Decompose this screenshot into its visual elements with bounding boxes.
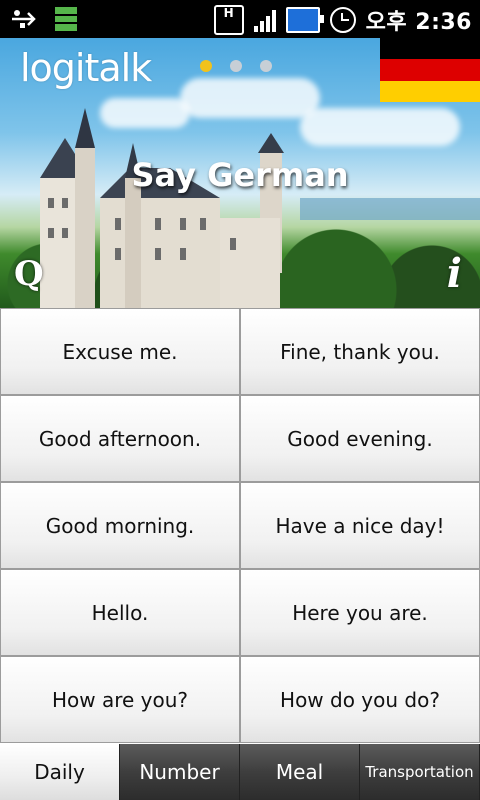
alarm-icon [329, 7, 356, 33]
phrase-button[interactable]: Hello. [0, 569, 240, 656]
page-indicator [200, 60, 272, 72]
page-dot[interactable] [200, 60, 212, 72]
phrase-button[interactable]: Good afternoon. [0, 395, 240, 482]
phrase-button[interactable]: Here you are. [240, 569, 480, 656]
phrase-button[interactable]: Excuse me. [0, 308, 240, 395]
page-title: Say German [131, 156, 349, 194]
app-logo: logitalk [20, 46, 152, 90]
tab-meal[interactable]: Meal [240, 744, 360, 800]
castle-image [40, 108, 284, 308]
hero-banner: logitalk Say German Q i [0, 38, 480, 308]
status-right: H 오후 2:36 [213, 4, 472, 36]
info-icon[interactable]: i [447, 250, 462, 297]
usb-icon [10, 8, 40, 34]
signal-icon [253, 8, 276, 32]
german-flag-icon[interactable] [380, 38, 480, 102]
storage-icon [54, 6, 78, 36]
status-left [10, 6, 78, 36]
phrase-button[interactable]: Good morning. [0, 482, 240, 569]
battery-charging-icon [285, 7, 324, 33]
phrase-button[interactable]: Good evening. [240, 395, 480, 482]
phrase-button[interactable]: Fine, thank you. [240, 308, 480, 395]
tab-transportation[interactable]: Transportation [360, 744, 480, 800]
phrase-button[interactable]: How do you do? [240, 656, 480, 743]
category-tabs: Daily Number Meal Transportation [0, 744, 480, 800]
quiz-icon[interactable]: Q [14, 254, 44, 294]
status-time: 오후 2:36 [365, 10, 472, 35]
h-data-icon: H [213, 5, 244, 35]
tab-number[interactable]: Number [120, 744, 240, 800]
tab-daily[interactable]: Daily [0, 744, 120, 800]
phrase-button[interactable]: Have a nice day! [240, 482, 480, 569]
page-dot[interactable] [230, 60, 242, 72]
status-bar: H 오후 2:36 [0, 0, 480, 38]
phrase-grid: Excuse me. Fine, thank you. Good afterno… [0, 308, 480, 744]
phrase-button[interactable]: How are you? [0, 656, 240, 743]
page-dot[interactable] [260, 60, 272, 72]
